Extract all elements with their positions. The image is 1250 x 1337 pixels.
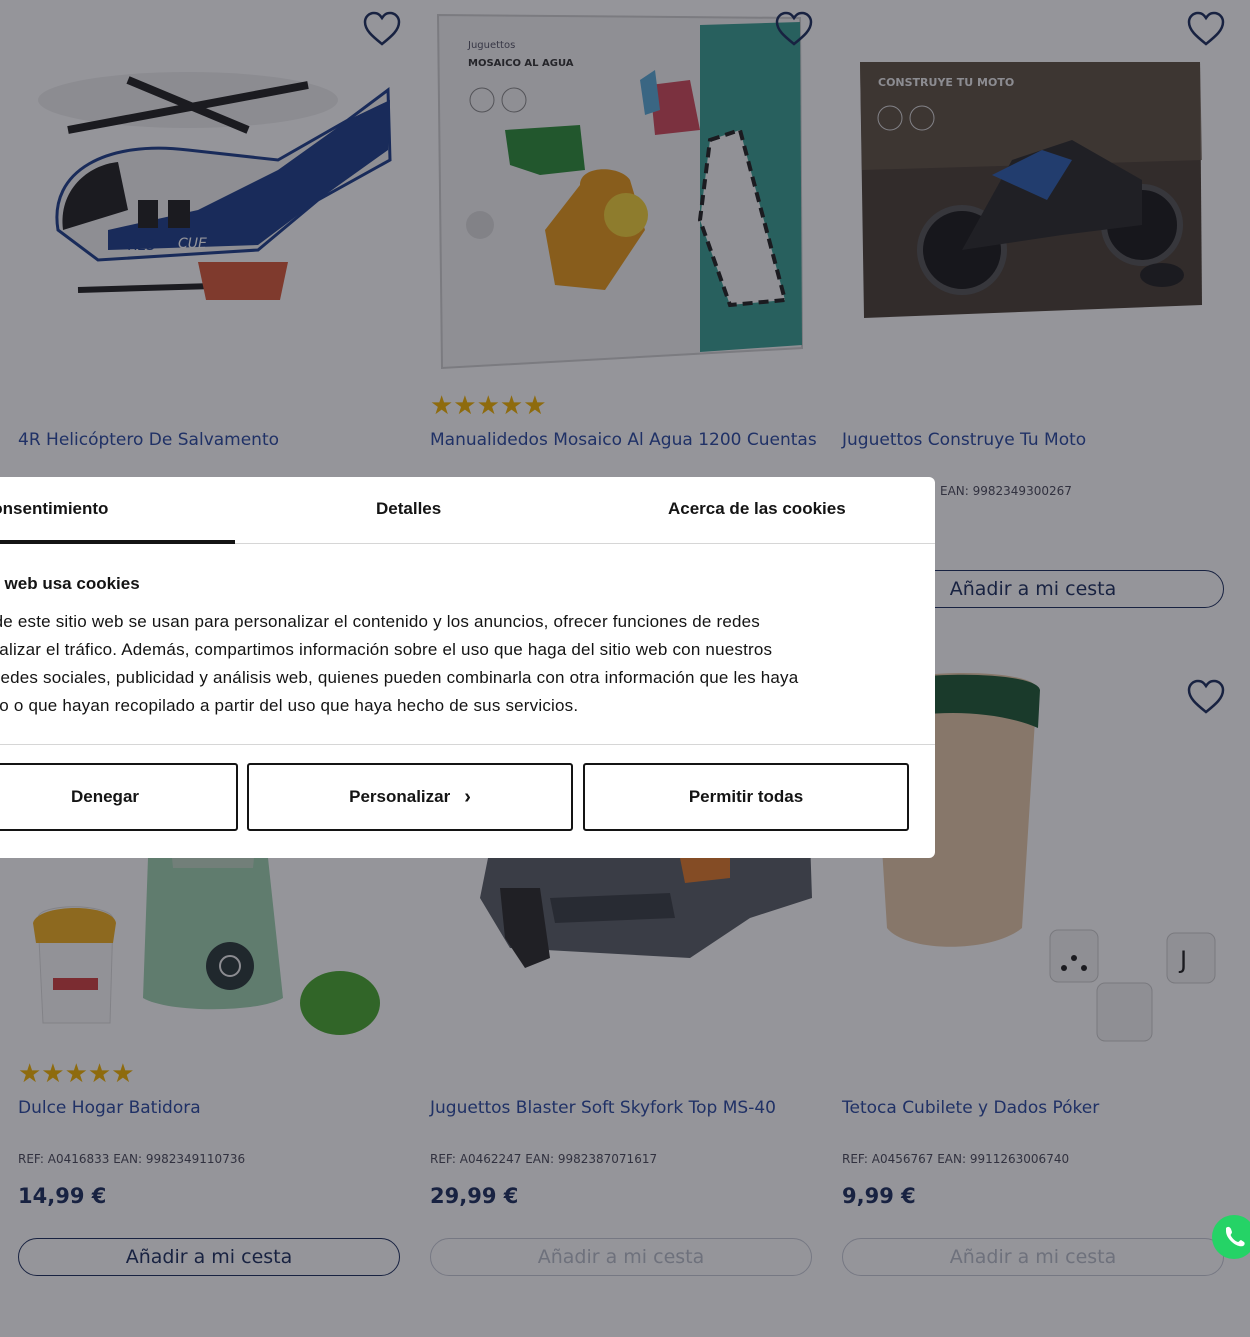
dialog-title: na web usa cookies — [0, 574, 140, 593]
allow-all-button[interactable]: Permitir todas — [583, 763, 909, 831]
whatsapp-icon[interactable] — [1212, 1215, 1250, 1259]
body-line: analizar el tráfico. Además, compartimos… — [0, 640, 773, 659]
cookie-tabs: Consentimiento Detalles Acerca de las co… — [0, 477, 935, 544]
customize-label: Personalizar — [349, 787, 451, 806]
divider — [0, 744, 935, 745]
cookie-consent-dialog: Consentimiento Detalles Acerca de las co… — [0, 477, 935, 858]
body-line: e redes sociales, publicidad y análisis … — [0, 668, 799, 687]
dialog-body: s de este sitio web se usan para persona… — [0, 608, 900, 720]
tab-details[interactable]: Detalles — [376, 499, 441, 519]
active-tab-indicator — [0, 540, 235, 544]
chevron-right-icon: › — [464, 785, 471, 808]
deny-label: Denegar — [70, 787, 140, 806]
tab-consent[interactable]: Consentimiento — [0, 499, 108, 519]
body-line: ado o que hayan recopilado a partir del … — [0, 696, 579, 715]
allow-all-label: Permitir todas — [688, 787, 804, 806]
tab-about-cookies[interactable]: Acerca de las cookies — [668, 499, 846, 519]
body-line: s de este sitio web se usan para persona… — [0, 612, 760, 631]
deny-button[interactable]: Denegar — [0, 763, 238, 831]
customize-button[interactable]: Personalizar › — [247, 763, 573, 831]
